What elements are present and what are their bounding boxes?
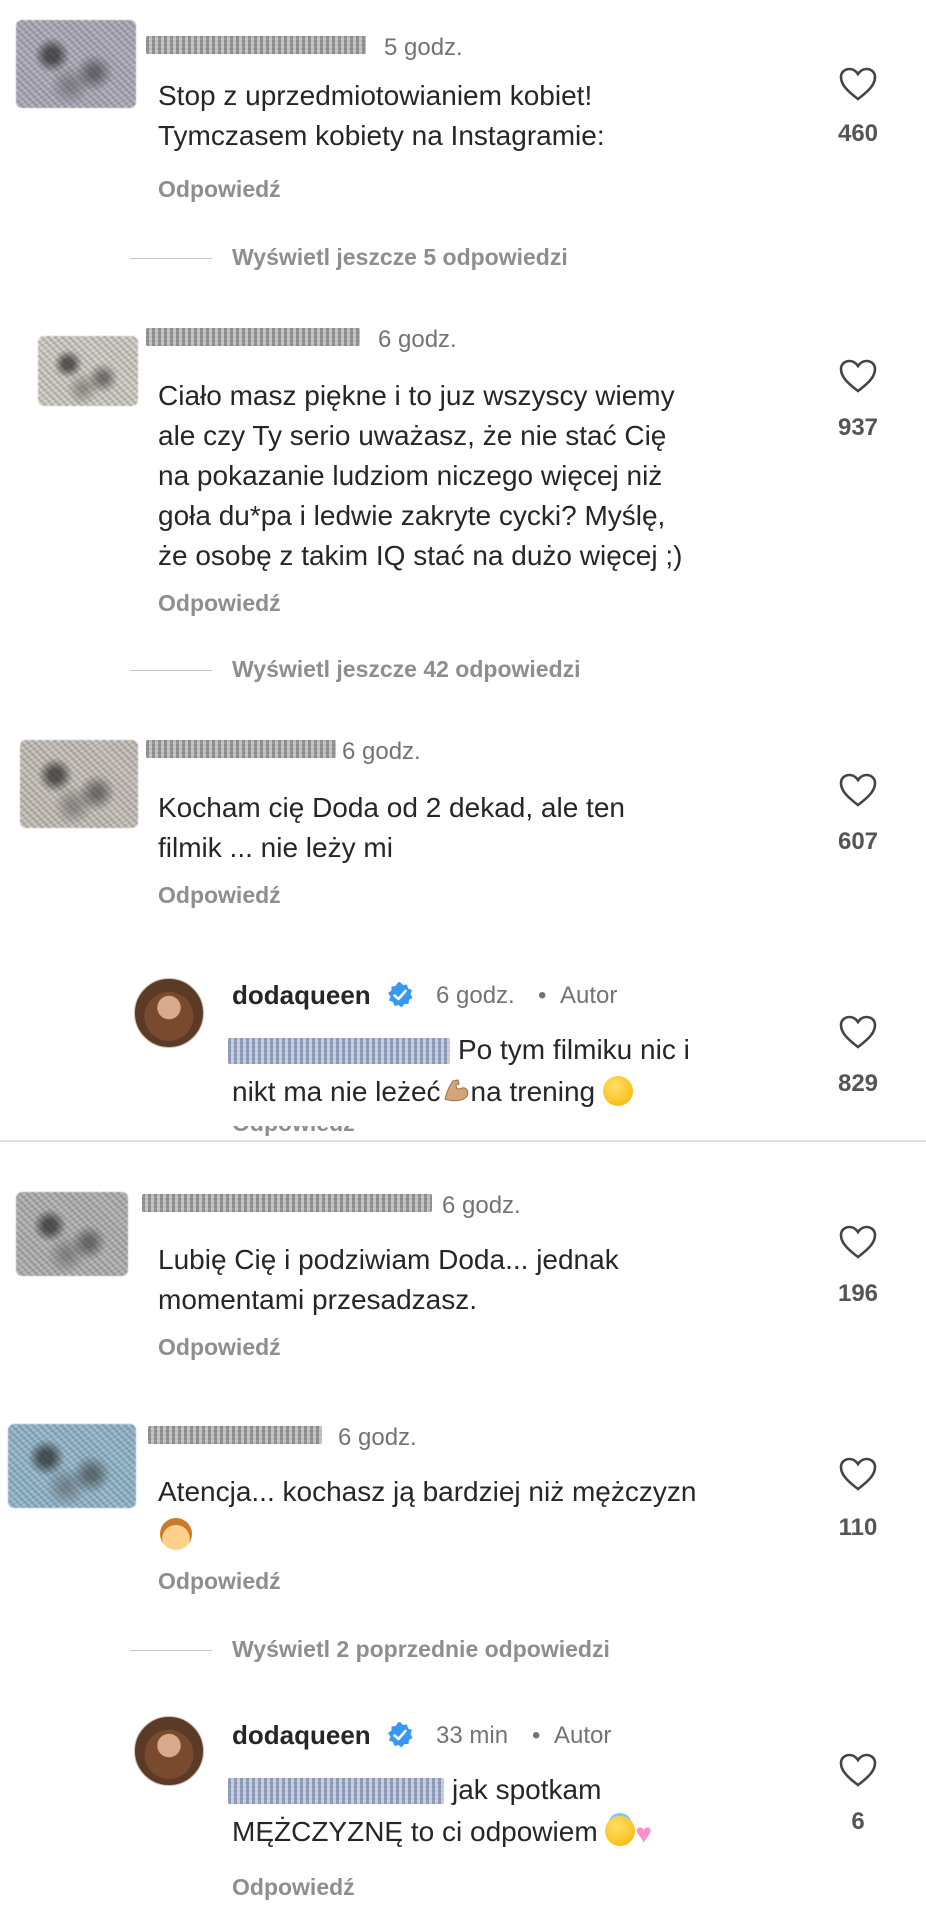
comment-time: 6 godz. [342, 738, 421, 765]
view-replies-line [130, 258, 212, 259]
heart-icon[interactable] [838, 772, 878, 808]
heart-icon[interactable] [838, 1456, 878, 1492]
reply-username[interactable]: dodaqueen [232, 1720, 371, 1751]
username-redacted[interactable] [148, 1426, 322, 1444]
comment-text-line: momentami przesadzasz. [158, 1284, 478, 1315]
reply-text-line: Po tym filmiku nic i [458, 1034, 690, 1065]
comment-text-line: że osobę z takim IQ stać na dużo więcej … [158, 540, 683, 571]
comment-text-line: na pokazanie ludziom niczego więcej niż [158, 460, 663, 491]
bullet-separator: • [538, 982, 547, 1009]
comment-text-line: filmik ... nie leży mi [158, 832, 393, 863]
comment-text-line: Lubię Cię i podziwiam Doda... jednak [158, 1244, 619, 1275]
avatar[interactable] [38, 336, 138, 406]
view-replies-line [130, 670, 212, 671]
reply-text-line: jak spotkam [452, 1774, 602, 1805]
comment-text-line: Ciało masz piękne i to juz wszyscy wiemy [158, 380, 675, 411]
reply-button[interactable]: Odpowiedź [158, 1334, 281, 1361]
reply-button[interactable]: Odpowiedź [232, 1874, 355, 1901]
username-redacted[interactable] [146, 740, 336, 758]
like-count: 937 [837, 414, 879, 441]
like-count: 6 [851, 1808, 865, 1835]
verified-badge-icon [388, 1722, 413, 1748]
comment-text-line: Kocham cię Doda od 2 dekad, ale ten [158, 792, 625, 823]
heart-icon[interactable] [838, 1752, 878, 1788]
like-count: 196 [837, 1280, 879, 1307]
view-previous-replies[interactable]: Wyświetl 2 poprzednie odpowiedzi [232, 1636, 610, 1663]
comment-text-line: Atencja... kochasz ją bardziej niż mężcz… [158, 1476, 697, 1507]
heart-icon[interactable] [838, 66, 878, 102]
comment-time: 6 godz. [442, 1192, 521, 1219]
view-replies-line [130, 1650, 212, 1651]
like-count: 460 [837, 120, 879, 147]
reply-button[interactable]: Odpowiedź [158, 1568, 281, 1595]
username-redacted[interactable] [146, 36, 366, 54]
bullet-separator: • [532, 1722, 541, 1749]
mention-redacted[interactable] [228, 1778, 444, 1804]
like-count: 829 [837, 1070, 879, 1097]
reply-text-line: nikt ma nie leżeć na trening [232, 1072, 633, 1112]
reply-button[interactable]: Odpowiedź [158, 882, 281, 909]
dodaqueen-avatar[interactable] [134, 978, 204, 1048]
like-count: 607 [837, 828, 879, 855]
username-redacted[interactable] [146, 328, 360, 346]
heart-icon[interactable] [838, 1014, 878, 1050]
comment-time: 6 godz. [378, 326, 457, 353]
view-more-replies[interactable]: Wyświetl jeszcze 5 odpowiedzi [232, 244, 568, 271]
winking-face-emoji [602, 1076, 633, 1106]
reply-text-segment: MĘŻCZYZNĘ to ci odpowiem [232, 1816, 598, 1847]
pink-heart-emoji: ♥ [635, 1818, 653, 1849]
verified-badge-icon [388, 982, 413, 1008]
reply-time: 6 godz. [436, 982, 515, 1009]
muscle-emoji [443, 1079, 468, 1102]
heart-icon[interactable] [838, 1224, 878, 1260]
reply-username[interactable]: dodaqueen [232, 980, 371, 1011]
avatar[interactable] [16, 1192, 128, 1276]
halo-face-emoji [605, 1816, 636, 1846]
author-label: Autor [560, 982, 618, 1009]
comment-time: 6 godz. [338, 1424, 417, 1451]
avatar[interactable] [16, 20, 136, 108]
avatar[interactable] [20, 740, 138, 828]
comment-text-line: Stop z uprzedmiotowianiem kobiet! [158, 80, 593, 111]
boy-emoji [160, 1518, 192, 1550]
username-redacted[interactable] [142, 1194, 432, 1212]
comment-text-line: goła du*pa i ledwie zakryte cycki? Myślę… [158, 500, 666, 531]
comment-text-line: Tymczasem kobiety na Instagramie: [158, 120, 605, 151]
screenshot-divider [0, 1140, 926, 1142]
avatar[interactable] [8, 1424, 136, 1508]
reply-button[interactable]: Odpowiedź [158, 176, 281, 203]
dodaqueen-avatar[interactable] [134, 1716, 204, 1786]
comment-time: 5 godz. [384, 34, 463, 61]
view-more-replies[interactable]: Wyświetl jeszcze 42 odpowiedzi [232, 656, 581, 683]
cut-off-reply-label: Odpowiedź [232, 1126, 382, 1136]
reply-text-segment: na trening [470, 1076, 596, 1107]
author-label: Autor [554, 1722, 612, 1749]
reply-time: 33 min [436, 1722, 509, 1749]
cut-off-reply-text: Odpowiedź [232, 1126, 382, 1136]
reply-text-line: MĘŻCZYZNĘ to ci odpowiem ♥ [232, 1812, 652, 1854]
reply-text-segment: nikt ma nie leżeć [232, 1076, 441, 1107]
like-count: 110 [838, 1514, 878, 1541]
mention-redacted[interactable] [228, 1038, 450, 1064]
reply-button[interactable]: Odpowiedź [158, 590, 281, 617]
heart-icon[interactable] [838, 358, 878, 394]
comment-text-line: ale czy Ty serio uważasz, że nie stać Ci… [158, 420, 667, 451]
